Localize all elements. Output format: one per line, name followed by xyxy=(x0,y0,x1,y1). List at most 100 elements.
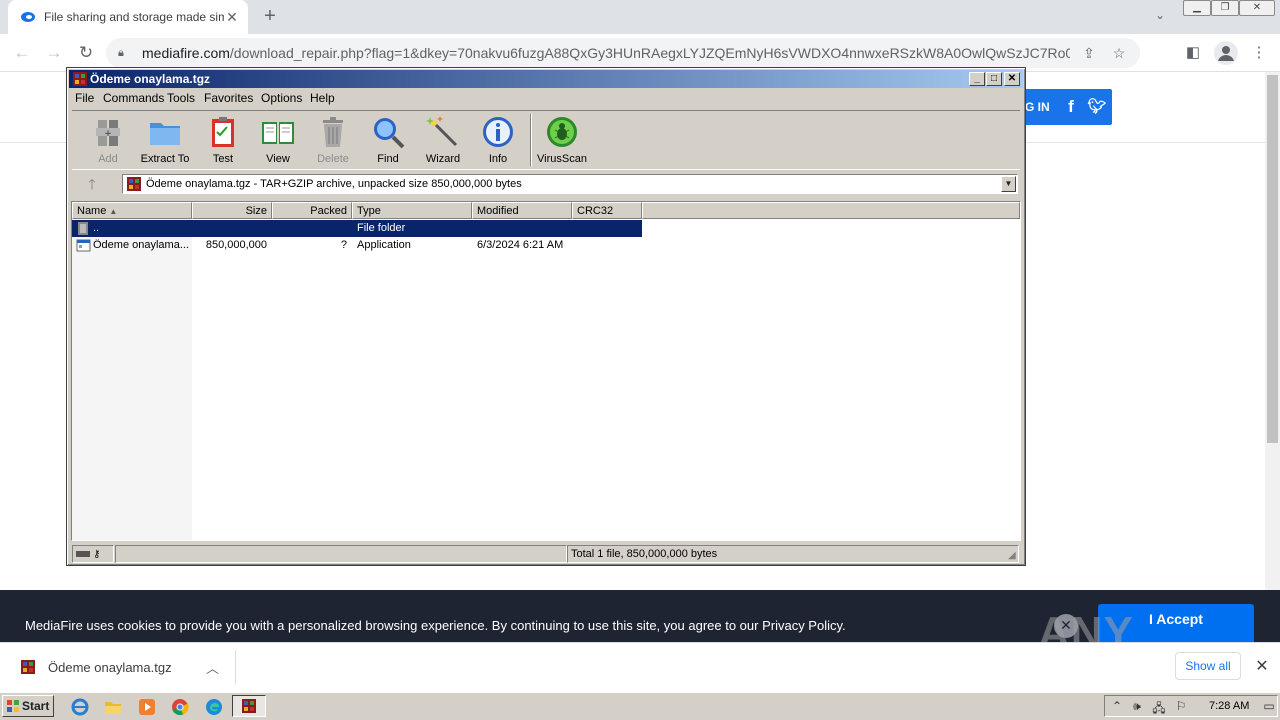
login-link[interactable]: G IN xyxy=(1025,100,1050,114)
sort-ascending-icon: ▲ xyxy=(109,207,118,216)
forward-arrow-icon[interactable]: → xyxy=(42,42,66,64)
toolbar-virusscan-button[interactable]: VirusScan xyxy=(532,114,592,168)
browser-tab[interactable]: File sharing and storage made simple ✕ xyxy=(8,0,248,34)
taskbar-winrar-button[interactable] xyxy=(232,695,266,717)
show-all-downloads-button[interactable]: Show all xyxy=(1175,652,1241,680)
cell-size: 850,000,000 xyxy=(205,239,267,251)
network-icon[interactable]: 🖧︎ xyxy=(1151,699,1167,715)
tray-expand-icon[interactable]: ⌃ xyxy=(1109,699,1125,715)
window-close-button[interactable]: ✕ xyxy=(1239,0,1275,16)
toolbar-extract-to-button[interactable]: Extract To xyxy=(135,114,195,168)
address-bar[interactable]: 🔒︎ mediafire.com/download_repair.php?fla… xyxy=(106,38,1140,68)
column-header-size[interactable]: Size xyxy=(192,202,272,219)
winrar-close-button[interactable]: ✕ xyxy=(1004,72,1020,86)
bug-icon xyxy=(547,117,577,147)
toolbar-wizard-button[interactable]: Wizard xyxy=(413,114,473,168)
info-icon xyxy=(483,117,513,147)
clipboard-check-icon xyxy=(212,117,234,147)
toolbar-info-button[interactable]: Info xyxy=(468,114,528,168)
window-minimize-button[interactable]: ▁ xyxy=(1183,0,1211,16)
chevron-up-icon[interactable]: ︿ xyxy=(206,658,219,677)
cell-name: .. xyxy=(93,222,100,234)
archive-path-text: Ödeme onaylama.tgz - TAR+GZIP archive, u… xyxy=(146,178,522,190)
winrar-minimize-button[interactable]: _ xyxy=(969,72,985,86)
cell-name: Ödeme onaylama... xyxy=(93,239,189,251)
volume-icon[interactable]: 🕪︎ xyxy=(1129,699,1145,715)
action-center-flag-icon[interactable]: ⚐ xyxy=(1173,699,1189,715)
facebook-icon[interactable]: f xyxy=(1061,97,1081,117)
archive-path-combobox[interactable]: Ödeme onaylama.tgz - TAR+GZIP archive, u… xyxy=(122,174,1018,194)
window-restore-button[interactable]: ❐ xyxy=(1211,0,1239,16)
profile-avatar-icon[interactable] xyxy=(1214,41,1238,65)
page-scrollbar-thumb[interactable] xyxy=(1267,75,1278,443)
menu-favorites[interactable]: Favorites xyxy=(204,91,253,105)
toolbar-delete-button[interactable]: Delete xyxy=(303,114,363,168)
chrome-icon[interactable] xyxy=(170,697,190,717)
tab-close-icon[interactable]: ✕ xyxy=(224,9,240,26)
status-drive-pane[interactable]: ⚷ xyxy=(72,545,114,563)
winrar-maximize-button[interactable]: □ xyxy=(986,72,1002,86)
up-one-level-icon[interactable]: 🡑 xyxy=(80,175,104,193)
chevron-down-icon[interactable]: ▼ xyxy=(1001,176,1016,192)
column-header-type[interactable]: Type xyxy=(352,202,472,219)
file-explorer-icon[interactable] xyxy=(103,697,123,717)
internet-explorer-icon[interactable] xyxy=(70,697,90,717)
back-arrow-icon[interactable]: ← xyxy=(10,42,34,64)
browser-menu-icon[interactable]: ⋮ xyxy=(1246,40,1272,66)
toolbar-virusscan-label: VirusScan xyxy=(537,153,587,165)
show-desktop-icon[interactable]: ▭ xyxy=(1261,699,1277,715)
toolbar-add-button[interactable]: + Add xyxy=(78,114,138,168)
edge-icon[interactable] xyxy=(204,697,224,717)
column-header-packed[interactable]: Packed xyxy=(272,202,352,219)
name-column-highlight xyxy=(72,219,192,540)
menu-options[interactable]: Options xyxy=(261,91,302,105)
twitter-icon[interactable]: 🐦︎ xyxy=(1087,97,1107,117)
system-tray: ⌃ 🕪︎ 🖧︎ ⚐ 7:28 AM ▭ xyxy=(1104,695,1278,717)
trash-icon xyxy=(323,117,343,147)
winrar-archive-icon xyxy=(21,660,35,674)
toolbar-add-label: Add xyxy=(98,153,118,165)
download-filename: Ödeme onaylama.tgz xyxy=(48,660,172,675)
login-header-area[interactable]: G IN f 🐦︎ xyxy=(1015,89,1112,125)
toolbar-view-label: View xyxy=(266,153,290,165)
close-shelf-icon[interactable]: ✕ xyxy=(1252,656,1272,676)
book-icon xyxy=(262,122,294,144)
table-row[interactable]: .. File folder xyxy=(72,220,642,237)
tab-title: File sharing and storage made simple xyxy=(44,10,224,24)
toolbar-delete-label: Delete xyxy=(317,153,349,165)
winrar-title-bar[interactable]: Ödeme onaylama.tgz xyxy=(69,70,1023,88)
windows-taskbar xyxy=(0,692,1280,720)
toolbar-test-label: Test xyxy=(212,153,234,165)
toolbar-extract-to-label: Extract To xyxy=(140,153,190,165)
start-button[interactable]: Start xyxy=(2,695,54,717)
toolbar-find-button[interactable]: Find xyxy=(358,114,418,168)
new-tab-button[interactable]: + xyxy=(258,5,282,29)
status-selection-pane xyxy=(115,545,567,563)
column-header-crc32[interactable]: CRC32 xyxy=(572,202,642,219)
tab-search-chevron-icon[interactable]: ⌄ xyxy=(1150,8,1170,28)
table-row[interactable]: Ödeme onaylama... 850,000,000 ? Applicat… xyxy=(72,237,642,254)
magnifier-icon xyxy=(374,118,405,149)
media-player-icon[interactable] xyxy=(137,697,157,717)
url-text[interactable]: mediafire.com/download_repair.php?flag=1… xyxy=(142,45,1070,61)
resize-grip-icon[interactable]: ◢ xyxy=(1008,550,1020,562)
share-icon[interactable]: ⇪ xyxy=(1078,45,1100,62)
bookmark-star-icon[interactable]: ☆ xyxy=(1108,45,1130,62)
reload-icon[interactable]: ↻ xyxy=(74,42,98,64)
menu-help[interactable]: Help xyxy=(310,91,335,105)
toolbar-view-button[interactable]: View xyxy=(248,114,308,168)
column-header-modified[interactable]: Modified xyxy=(472,202,572,219)
winrar-app-icon xyxy=(73,72,87,86)
download-item[interactable]: Ödeme onaylama.tgz ︿ xyxy=(8,650,236,684)
menu-tools[interactable]: Tools xyxy=(167,91,195,105)
column-header-name[interactable]: Name ▲ xyxy=(72,202,192,219)
mediafire-favicon-icon xyxy=(21,12,35,22)
menu-file[interactable]: File xyxy=(75,91,94,105)
winrar-window-title: Ödeme onaylama.tgz xyxy=(90,72,211,86)
side-panel-icon[interactable]: ◧ xyxy=(1180,40,1206,66)
menu-commands[interactable]: Commands xyxy=(103,91,164,105)
toolbar-test-button[interactable]: Test xyxy=(193,114,253,168)
url-path: /download_repair.php?flag=1&dkey=70nakvu… xyxy=(229,45,1070,61)
toolbar-info-label: Info xyxy=(488,153,508,165)
clock[interactable]: 7:28 AM xyxy=(1209,700,1249,712)
